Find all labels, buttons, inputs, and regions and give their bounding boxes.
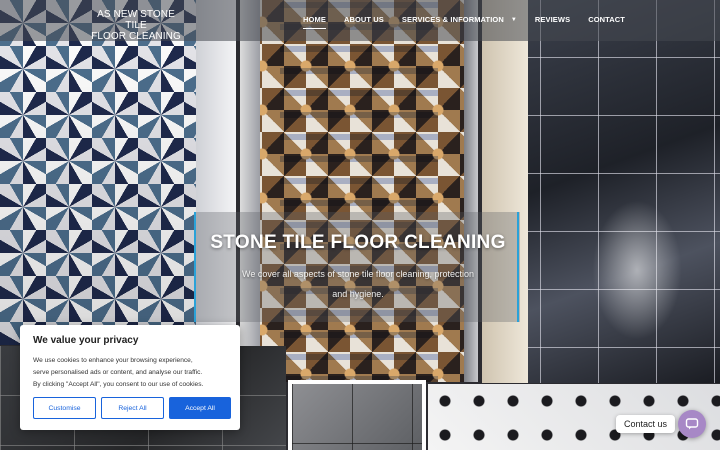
nav-reviews[interactable]: REVIEWS — [526, 15, 579, 24]
nav-services-information[interactable]: SERVICES & INFORMATION ▼ — [393, 15, 526, 24]
hero-accent-right — [517, 212, 519, 322]
hero-subtitle: We cover all aspects of stone tile floor… — [222, 264, 494, 304]
nav-home[interactable]: HOME — [294, 15, 335, 29]
hero-accent-left — [194, 212, 196, 322]
nav-services-label: SERVICES & INFORMATION — [401, 15, 504, 24]
main-nav: HOME ABOUT US SERVICES & INFORMATION ▼ R… — [294, 15, 634, 29]
nav-home-label: HOME — [303, 15, 326, 24]
logo-line-2: FLOOR CLEANING — [91, 31, 181, 42]
cookie-text-line-2: serve personalised ads or content, and a… — [33, 369, 203, 376]
nav-reviews-label: REVIEWS — [534, 15, 571, 24]
logo-line-1: AS NEW STONE TILE — [97, 9, 175, 31]
site-header: AS NEW STONE TILE FLOOR CLEANING HOME AB… — [0, 0, 720, 42]
nav-contact-label: CONTACT — [588, 15, 625, 24]
accept-all-button[interactable]: Accept All — [169, 397, 231, 419]
chevron-down-icon: ▼ — [510, 16, 517, 23]
cookie-title: We value your privacy — [33, 335, 139, 346]
photo-white-dotted-tiles — [428, 384, 720, 450]
photo-frame — [288, 380, 426, 450]
cookie-text-line-1: We use cookies to enhance your browsing … — [33, 357, 193, 364]
cookie-buttons: Customise Reject All Accept All — [33, 397, 231, 419]
photo-victorian-hallway — [240, 0, 478, 382]
photo-black-tile-floor — [482, 0, 720, 383]
hero-subtitle-line-1: We cover all aspects of stone tile floor… — [242, 269, 474, 279]
cookie-consent-banner: We value your privacy We use cookies to … — [20, 325, 240, 430]
nav-about-us[interactable]: ABOUT US — [335, 15, 393, 24]
contact-us-label[interactable]: Contact us — [616, 415, 676, 433]
chat-bubble-icon — [685, 418, 699, 430]
contact-us-button[interactable] — [678, 410, 706, 438]
nav-about-label: ABOUT US — [343, 15, 384, 24]
hero-title: STONE TILE FLOOR CLEANING — [210, 232, 506, 253]
customise-button[interactable]: Customise — [33, 397, 96, 419]
cookie-text-line-3: By clicking "Accept All", you consent to… — [33, 381, 204, 388]
site-logo[interactable]: AS NEW STONE TILE FLOOR CLEANING — [86, 9, 186, 42]
nav-contact[interactable]: CONTACT — [579, 15, 634, 24]
reject-all-button[interactable]: Reject All — [101, 397, 164, 419]
cookie-description: We use cookies to enhance your browsing … — [33, 355, 227, 391]
hero-subtitle-line-2: and hygiene. — [332, 289, 384, 299]
